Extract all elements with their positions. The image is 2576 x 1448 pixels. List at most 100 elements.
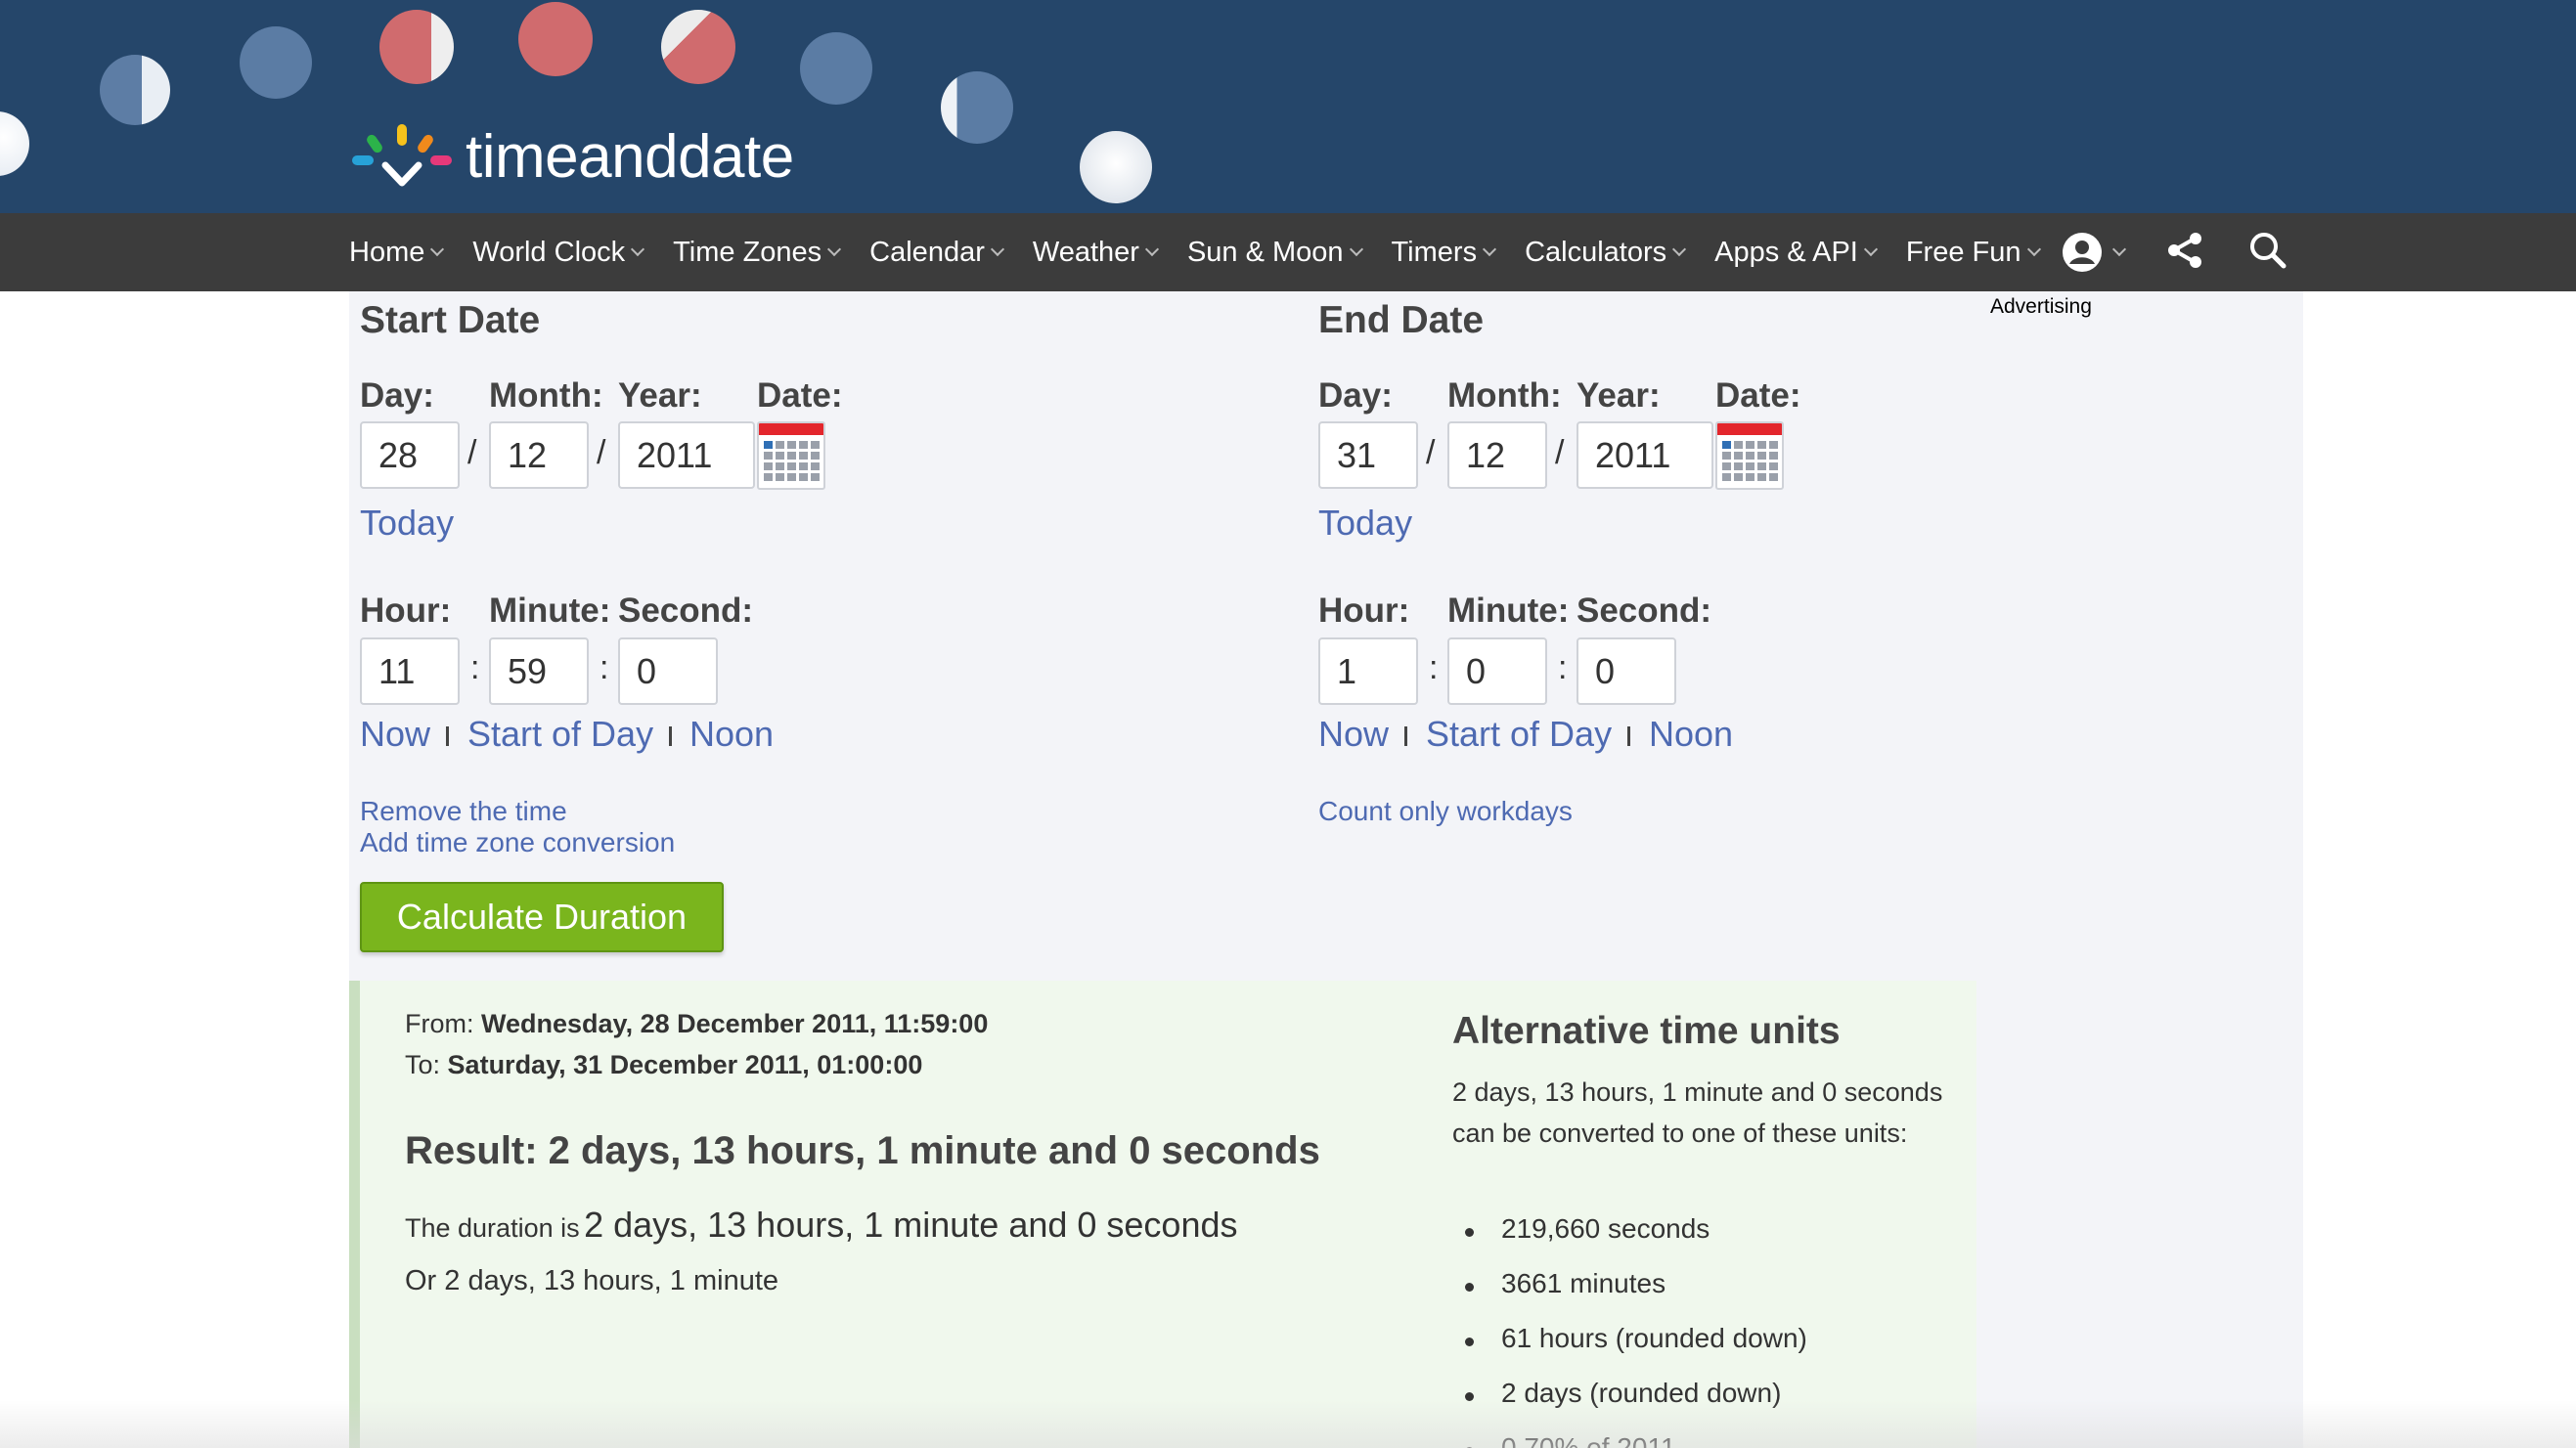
chevron-down-icon	[430, 241, 445, 257]
end-second-input[interactable]	[1577, 637, 1676, 705]
nav-item-weather[interactable]: Weather	[1033, 237, 1160, 269]
nav-item-timers[interactable]: Timers	[1391, 236, 1497, 269]
chevron-down-icon	[827, 241, 842, 257]
site-header: timeanddate	[0, 0, 2576, 213]
share-icon	[2168, 232, 2201, 268]
nav-item-calculators[interactable]: Calculators	[1525, 236, 1687, 269]
site-logo[interactable]: timeanddate	[348, 117, 794, 196]
advertising-label: Advertising	[1990, 295, 2092, 318]
from-label: From:	[405, 1009, 474, 1038]
end-year-input[interactable]	[1577, 421, 1713, 489]
end-month-label: Month:	[1447, 376, 1562, 415]
end-minute-input[interactable]	[1447, 637, 1547, 705]
end-date-title: End Date	[1318, 299, 1485, 341]
moon-phase-icon	[240, 26, 312, 99]
start-start-of-day-link[interactable]: Start of Day	[467, 714, 653, 755]
nav-item-free-fun[interactable]: Free Fun	[1906, 237, 2041, 269]
time-separator: :	[600, 649, 609, 686]
start-second-input[interactable]	[618, 637, 718, 705]
end-hour-input[interactable]	[1318, 637, 1418, 705]
link-divider	[669, 726, 672, 746]
link-divider	[1627, 726, 1630, 746]
result-from: From: Wednesday, 28 December 2011, 11:59…	[405, 1009, 988, 1039]
end-second-label: Second:	[1577, 592, 1712, 630]
nav-item-home[interactable]: Home	[349, 236, 445, 269]
nav-item-label: Time Zones	[673, 236, 822, 268]
nav-item-label: Home	[349, 236, 425, 268]
start-month-input[interactable]	[489, 421, 589, 489]
nav-item-world-clock[interactable]: World Clock	[472, 236, 645, 269]
end-noon-link[interactable]: Noon	[1649, 714, 1733, 755]
search-icon	[2250, 232, 2287, 268]
moon-phase-icon	[0, 111, 29, 176]
nav-item-time-zones[interactable]: Time Zones	[673, 236, 842, 269]
remove-time-link[interactable]: Remove the time	[360, 796, 567, 827]
result-headline: Result: 2 days, 13 hours, 1 minute and 0…	[405, 1129, 1320, 1172]
to-label: To:	[405, 1050, 441, 1079]
chevron-down-icon	[990, 241, 1004, 257]
start-hour-input[interactable]	[360, 637, 460, 705]
end-minute-label: Minute:	[1447, 592, 1570, 630]
time-separator: :	[470, 649, 480, 686]
nav-item-apps-api[interactable]: Apps & API	[1714, 236, 1878, 269]
alternative-units-title: Alternative time units	[1452, 1010, 1841, 1052]
chevron-down-icon	[2026, 241, 2041, 257]
nav-item-label: Calculators	[1525, 236, 1667, 268]
list-item: 219,660 seconds	[1464, 1213, 1710, 1244]
start-day-label: Day:	[360, 376, 434, 415]
moon-phase-icon	[100, 55, 170, 125]
nav-item-label: Calendar	[869, 236, 985, 268]
end-month-input[interactable]	[1447, 421, 1547, 489]
count-workdays-link[interactable]: Count only workdays	[1318, 796, 1573, 827]
chevron-down-icon	[631, 241, 645, 257]
link-divider	[1404, 726, 1407, 746]
start-now-link[interactable]: Now	[360, 714, 430, 755]
end-today-link[interactable]: Today	[1318, 503, 1412, 544]
duration-prefix: The duration is	[405, 1213, 580, 1243]
start-today-link[interactable]: Today	[360, 503, 454, 544]
nav-item-label: World Clock	[472, 236, 626, 268]
nav-item-sun-moon[interactable]: Sun & Moon	[1187, 237, 1363, 269]
chevron-down-icon	[1863, 241, 1878, 257]
start-day-input[interactable]	[360, 421, 460, 489]
list-item: 2 days (rounded down)	[1464, 1378, 1782, 1408]
list-item: 61 hours (rounded down)	[1465, 1323, 1807, 1353]
logo-text: timeanddate	[466, 122, 794, 191]
time-separator: :	[1429, 649, 1439, 686]
list-item: 3661 minutes	[1464, 1268, 1666, 1298]
start-hour-label: Hour:	[360, 592, 452, 630]
start-month-label: Month:	[489, 376, 603, 415]
nav-item-calendar[interactable]: Calendar	[869, 236, 1004, 269]
link-divider	[446, 726, 449, 746]
nav-item-label: Apps & API	[1714, 236, 1858, 268]
calendar-picker-icon[interactable]	[1715, 421, 1784, 490]
start-second-label: Second:	[618, 592, 754, 630]
nav-icon-group	[2062, 213, 2287, 291]
add-time-zone-link[interactable]: Add time zone conversion	[360, 827, 675, 858]
start-minute-input[interactable]	[489, 637, 589, 705]
end-now-link[interactable]: Now	[1318, 714, 1389, 755]
start-noon-link[interactable]: Noon	[689, 714, 774, 755]
end-date-label: Date:	[1715, 376, 1801, 415]
or-line: Or 2 days, 13 hours, 1 minute	[405, 1265, 779, 1296]
from-value: Wednesday, 28 December 2011, 11:59:00	[481, 1009, 989, 1038]
list-item: 0.70% of 2011	[1465, 1432, 1676, 1448]
nav-item-label: Timers	[1391, 236, 1478, 268]
share-button[interactable]	[2165, 231, 2204, 275]
date-separator: /	[1426, 434, 1436, 471]
calculate-duration-button[interactable]: Calculate Duration	[360, 882, 724, 952]
start-date-title: Start Date	[360, 299, 541, 341]
to-value: Saturday, 31 December 2011, 01:00:00	[447, 1050, 923, 1079]
search-button[interactable]	[2249, 232, 2287, 274]
moon-phase-icon	[661, 10, 735, 84]
main-nav: Home World Clock Time Zones Calendar Wea…	[349, 213, 2069, 291]
account-menu[interactable]	[2062, 232, 2127, 273]
moon-phase-icon	[800, 32, 872, 105]
end-day-input[interactable]	[1318, 421, 1418, 489]
moon-phase-icon	[379, 10, 454, 84]
end-start-of-day-link[interactable]: Start of Day	[1426, 714, 1612, 755]
main-nav-bar: Home World Clock Time Zones Calendar Wea…	[0, 213, 2576, 291]
duration-value: 2 days, 13 hours, 1 minute and 0 seconds	[584, 1205, 1238, 1245]
start-year-input[interactable]	[618, 421, 755, 489]
calendar-picker-icon[interactable]	[757, 421, 825, 490]
